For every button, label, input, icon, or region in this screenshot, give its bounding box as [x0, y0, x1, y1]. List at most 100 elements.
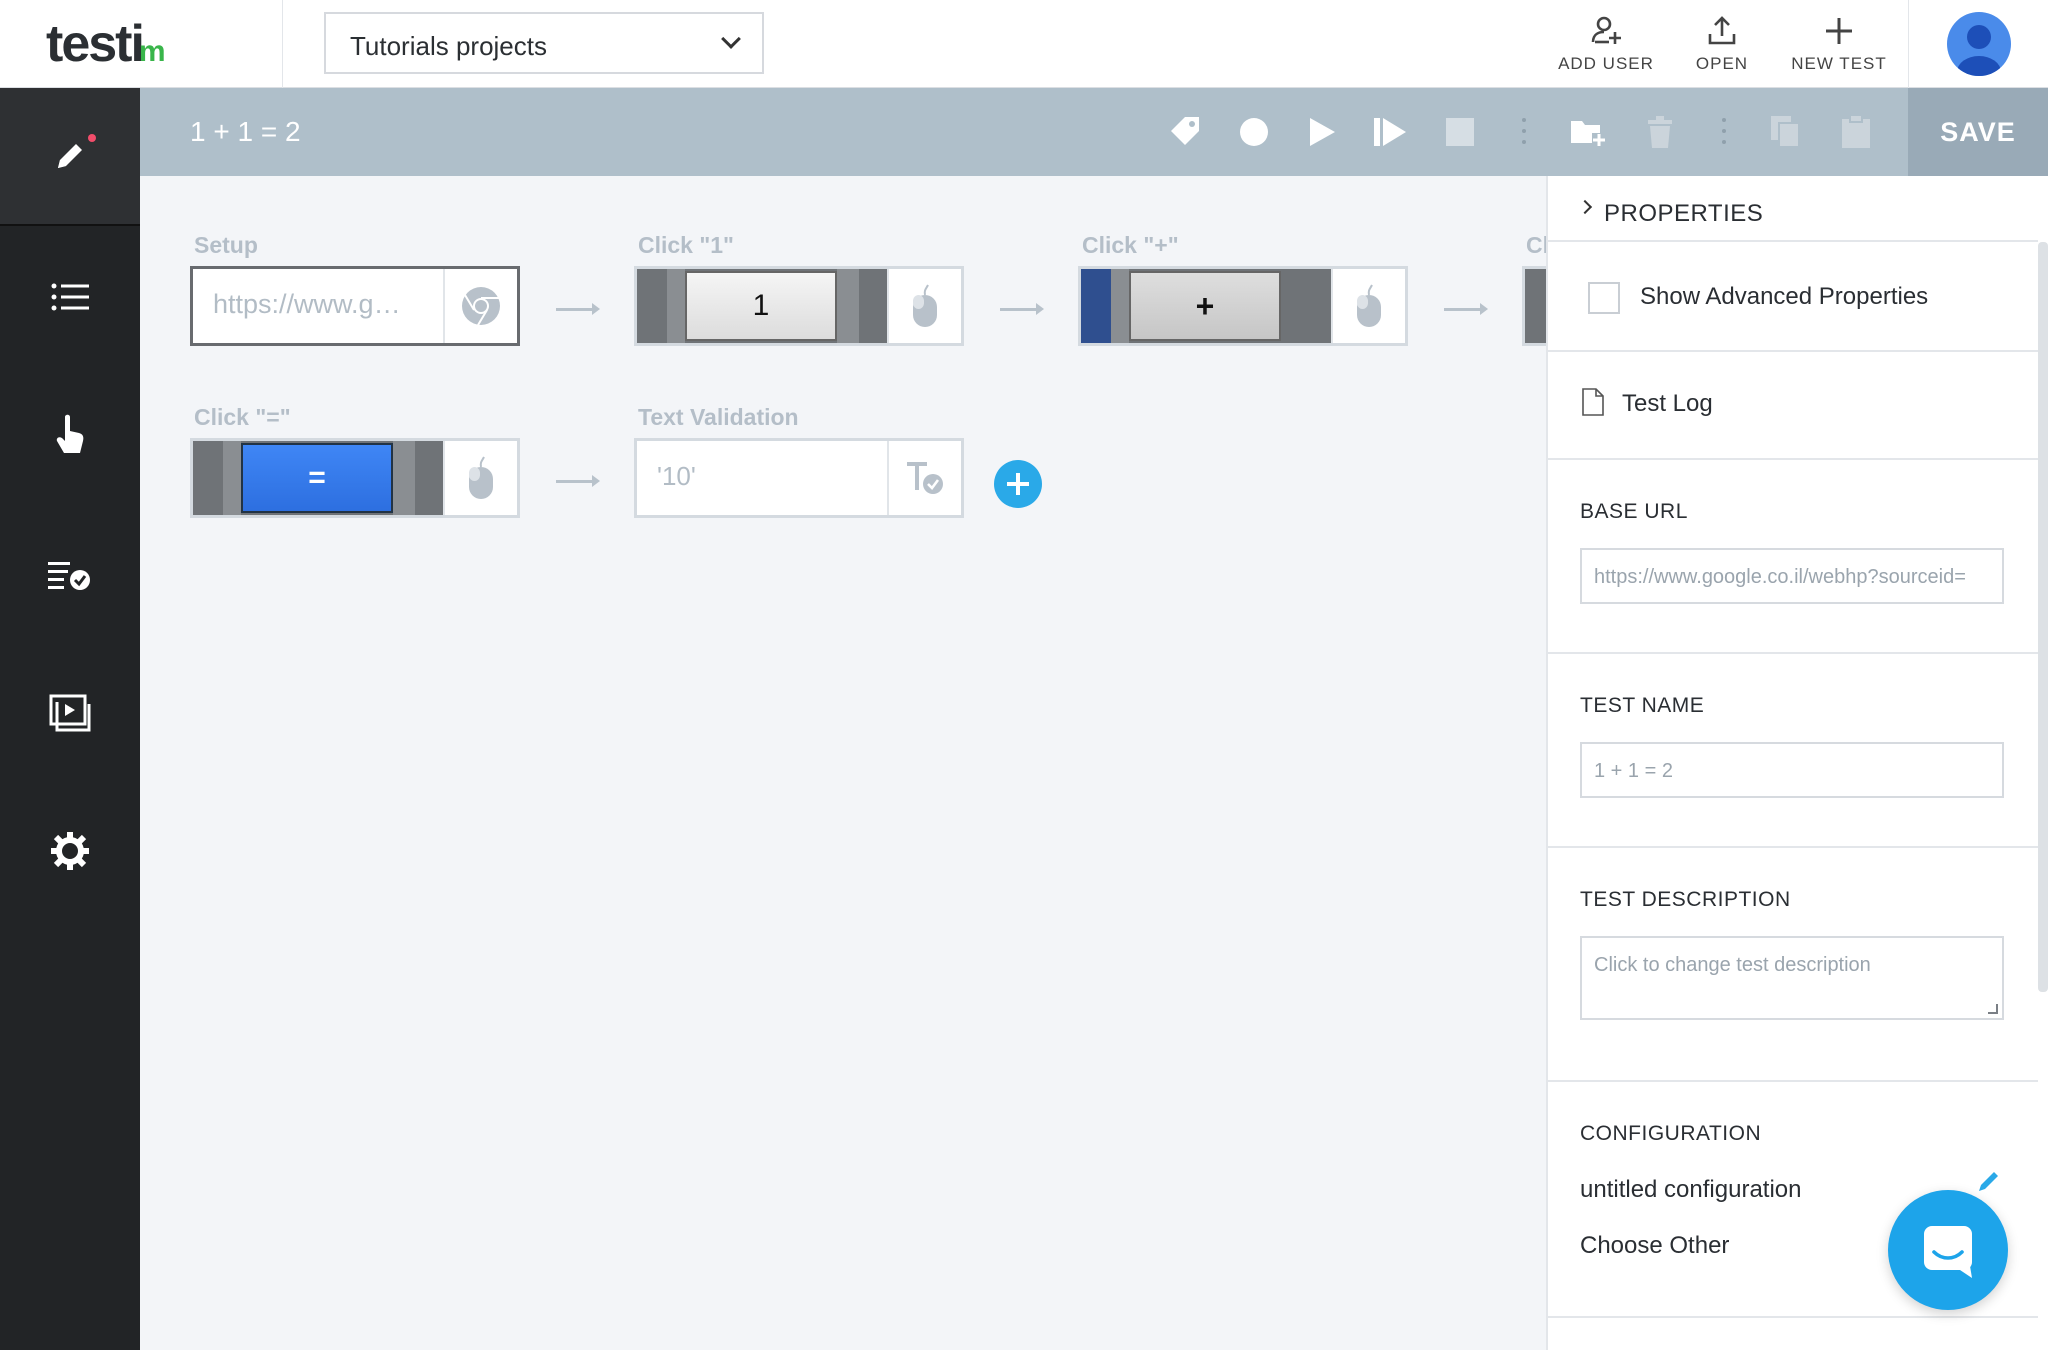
- configuration-value: untitled configuration: [1580, 1176, 1802, 1203]
- add-user-icon: [1591, 16, 1621, 44]
- header-divider-right: [1908, 0, 1909, 88]
- new-test-button[interactable]: NEW TEST: [1784, 10, 1894, 80]
- plus-icon: [1826, 18, 1852, 44]
- sidebar-item-edit[interactable]: [0, 88, 140, 226]
- properties-panel: PROPERTIES Show Advanced Properties Test…: [1546, 176, 2048, 1350]
- step-thumbnail: =: [193, 441, 445, 515]
- test-name-title: TEST NAME: [1580, 694, 1705, 717]
- base-url-field[interactable]: https://www.google.co.il/webhp?sourceid=: [1580, 548, 2004, 604]
- play-button[interactable]: [1296, 106, 1348, 158]
- checklist-icon: [48, 562, 90, 590]
- logo-mark: m: [138, 35, 166, 68]
- tag-icon: [1171, 117, 1199, 145]
- open-button[interactable]: OPEN: [1667, 10, 1777, 80]
- stop-icon: [1446, 118, 1474, 146]
- step-arrow: [1000, 303, 1044, 315]
- test-description-field[interactable]: Click to change test description: [1580, 936, 2004, 1020]
- upload-icon: [1708, 16, 1736, 45]
- step-box[interactable]: =: [190, 438, 520, 518]
- step-arrow: [1444, 303, 1488, 315]
- step-box[interactable]: 1: [634, 266, 964, 346]
- step-type-icon: [887, 441, 961, 515]
- step-thumbnail: 1: [637, 269, 889, 343]
- step-label: Click "1": [638, 232, 734, 258]
- folder-add-icon: [1571, 121, 1606, 147]
- step-type-icon: [443, 441, 517, 515]
- edit-configuration-icon[interactable]: [1976, 1168, 2002, 1194]
- properties-scrollbar[interactable]: [2038, 242, 2048, 992]
- gear-icon: [51, 832, 89, 870]
- test-title: 1 + 1 = 2: [190, 116, 301, 147]
- project-select-value: Tutorials projects: [350, 31, 547, 61]
- step-box[interactable]: '10': [634, 438, 964, 518]
- mouse-icon: [913, 284, 937, 327]
- play-window-icon: [49, 694, 91, 732]
- sidebar-item-settings[interactable]: [0, 782, 140, 920]
- step-label: Cl: [1526, 232, 1546, 258]
- project-select[interactable]: Tutorials projects: [324, 12, 764, 74]
- sidebar-item-test-runs[interactable]: [0, 506, 140, 644]
- copy-button[interactable]: [1760, 106, 1812, 158]
- step-thumbnail: https://www.g…: [193, 269, 445, 343]
- step-thumbnail: +: [1081, 269, 1333, 343]
- sidebar-item-tests-list[interactable]: [0, 228, 140, 366]
- step-play-icon: [1374, 118, 1406, 146]
- step-label: Click "+": [1082, 232, 1179, 258]
- notification-dot: [88, 134, 96, 142]
- add-user-label: ADD USER: [1558, 54, 1654, 73]
- delete-button[interactable]: [1634, 106, 1686, 158]
- new-test-label: NEW TEST: [1791, 54, 1887, 73]
- chat-support-button[interactable]: [1888, 1190, 2008, 1310]
- step-box[interactable]: +: [1078, 266, 1408, 346]
- add-step-button[interactable]: [994, 460, 1042, 508]
- trash-icon: [1648, 116, 1672, 148]
- step-label: Text Validation: [638, 404, 799, 430]
- save-button[interactable]: SAVE: [1908, 88, 2048, 176]
- step-type-icon: [887, 269, 961, 343]
- mouse-icon: [469, 456, 493, 499]
- add-to-folder-button[interactable]: [1562, 106, 1614, 158]
- hand-pointer-icon: [56, 414, 84, 453]
- step-type-icon: [443, 269, 517, 343]
- mouse-icon: [1357, 284, 1381, 327]
- copy-icon: [1771, 116, 1800, 148]
- tag-button[interactable]: [1158, 106, 1210, 158]
- show-advanced-label: Show Advanced Properties: [1640, 283, 1929, 310]
- user-avatar-icon: [1957, 25, 2001, 76]
- base-url-title: BASE URL: [1580, 500, 1688, 523]
- test-description-placeholder: Click to change test description: [1594, 954, 1871, 976]
- thumb-key-equals: =: [241, 443, 393, 513]
- stop-button[interactable]: [1434, 106, 1486, 158]
- left-sidebar: [0, 88, 140, 1350]
- properties-header[interactable]: PROPERTIES: [1548, 176, 2038, 242]
- step-box[interactable]: https://www.g…: [190, 266, 520, 346]
- test-name-field[interactable]: 1 + 1 = 2: [1580, 742, 2004, 798]
- step-play-button[interactable]: [1364, 106, 1416, 158]
- user-avatar[interactable]: [1947, 12, 2011, 76]
- chevron-right-icon: [1577, 199, 1593, 215]
- step-arrow: [556, 475, 600, 487]
- steps-canvas: Setup https://www.g… Click "1" 1 Click "…: [140, 176, 1546, 1350]
- paste-button[interactable]: [1830, 106, 1882, 158]
- test-log-link[interactable]: Test Log: [1622, 390, 1713, 418]
- step-label: Setup: [194, 232, 258, 258]
- show-advanced-checkbox[interactable]: [1588, 282, 1620, 314]
- test-description-title: TEST DESCRIPTION: [1580, 888, 1791, 911]
- resize-grip-icon[interactable]: [1988, 1004, 1998, 1014]
- chat-icon: [1924, 1226, 1972, 1278]
- thumb-key-1: 1: [685, 271, 837, 341]
- sidebar-item-steps[interactable]: [0, 366, 140, 504]
- sidebar-item-executions[interactable]: [0, 644, 140, 782]
- text-check-icon: [907, 462, 943, 494]
- step-thumbnail: [1525, 269, 1546, 343]
- thumb-key-plus: +: [1129, 271, 1281, 341]
- configuration-title: CONFIGURATION: [1580, 1122, 1762, 1145]
- testim-logo[interactable]: testim: [46, 14, 166, 74]
- play-icon: [1310, 118, 1335, 146]
- step-box[interactable]: [1522, 266, 1546, 346]
- record-icon: [1240, 118, 1268, 146]
- record-button[interactable]: [1228, 106, 1280, 158]
- add-user-button[interactable]: ADD USER: [1551, 10, 1661, 80]
- toolbar-separator: [1722, 118, 1726, 148]
- choose-other-configuration-link[interactable]: Choose Other: [1580, 1232, 1729, 1260]
